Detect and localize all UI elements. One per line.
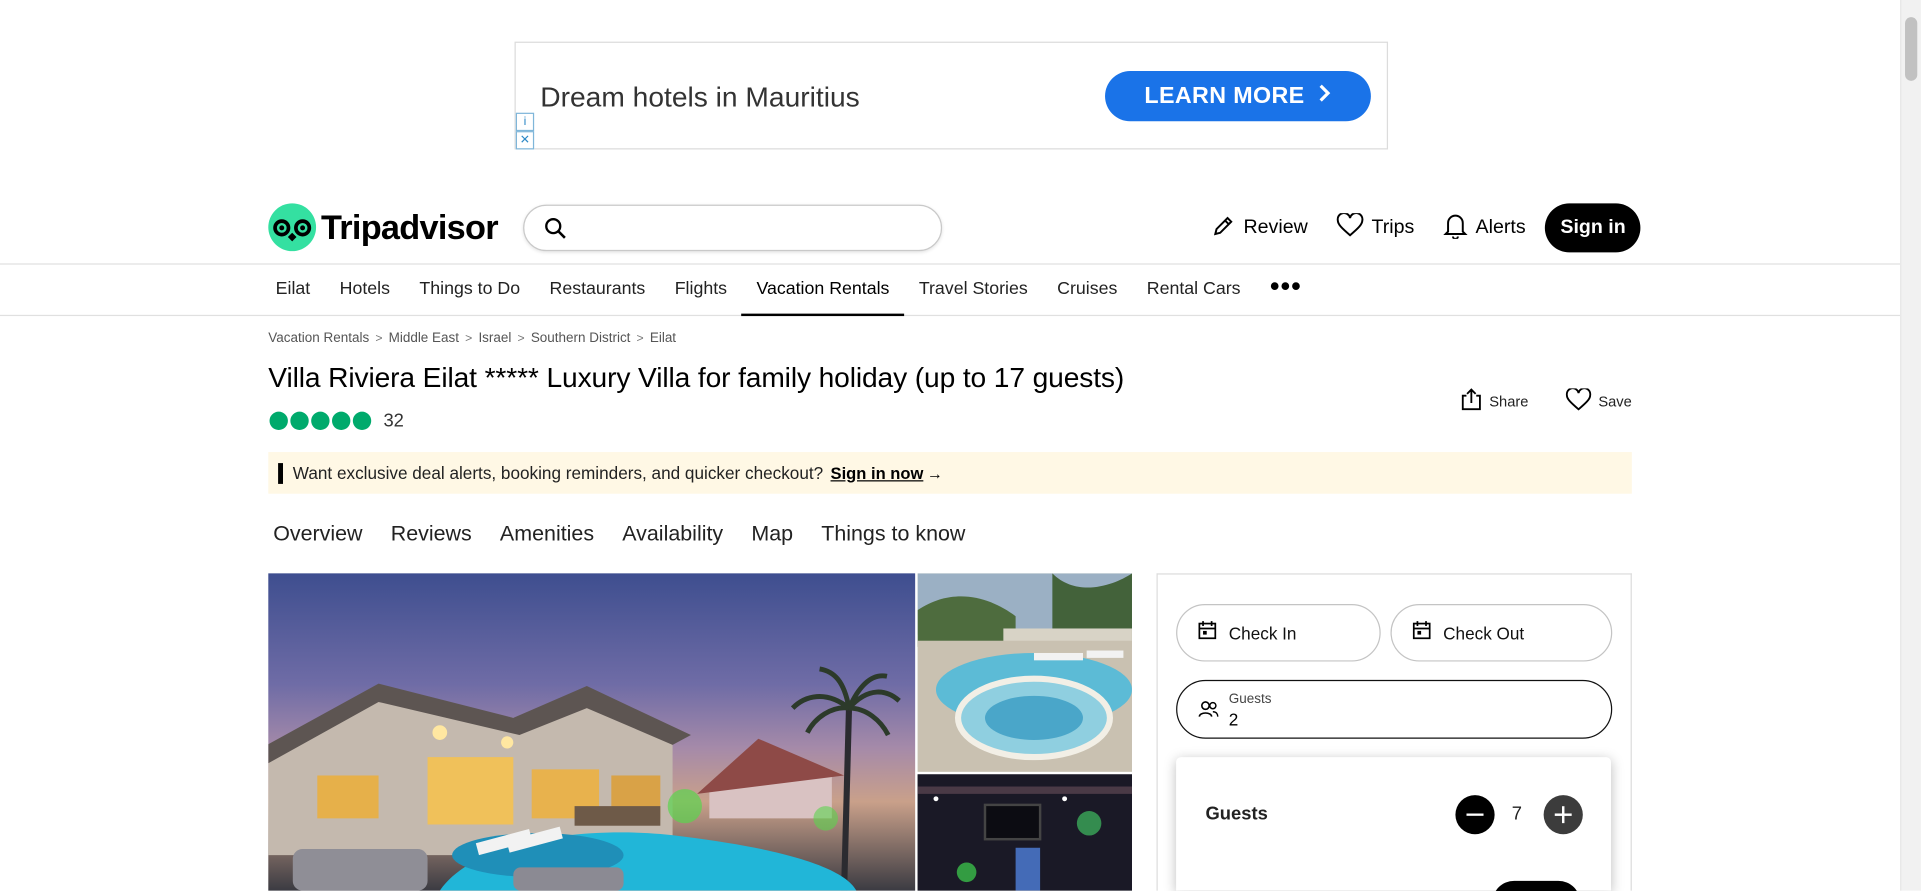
breadcrumb-item[interactable]: Israel [478,331,511,346]
nav-tab-cruises[interactable]: Cruises [1042,265,1132,315]
category-nav: Eilat Hotels Things to Do Restaurants Fl… [0,263,1901,317]
more-menu-icon[interactable]: ••• [1255,265,1316,315]
guests-popover-title: Guests [1205,803,1268,825]
ad-banner[interactable]: Dream hotels in Mauritius LEARN MORE i ✕ [514,41,1389,150]
chevron-right-icon: > [636,331,644,345]
breadcrumb-item[interactable]: Southern District [531,331,631,346]
sign-in-banner: Want exclusive deal alerts, booking remi… [268,452,1632,494]
info-icon[interactable]: i [515,112,535,132]
tab-reviews[interactable]: Reviews [391,521,472,547]
calendar-icon [1412,620,1431,646]
breadcrumb: Vacation Rentals > Middle East > Israel … [268,331,676,346]
nav-tab-things-to-do[interactable]: Things to Do [405,265,535,315]
nav-tab-travel-stories[interactable]: Travel Stories [904,265,1042,315]
scrollbar-thumb[interactable] [1905,17,1918,81]
search-input[interactable] [523,204,943,252]
chevron-right-icon: > [465,331,473,345]
tab-availability[interactable]: Availability [622,521,723,547]
rating-bubbles[interactable]: 32 [269,410,404,431]
breadcrumb-item[interactable]: Eilat [650,331,676,346]
save-button[interactable]: Save [1565,386,1632,415]
alerts-link[interactable]: Alerts [1443,211,1526,244]
apply-button[interactable] [1492,880,1581,891]
heart-icon [1337,211,1364,244]
owl-logo-icon [268,203,317,252]
breadcrumb-item[interactable]: Vacation Rentals [268,331,369,346]
section-tabs: Overview Reviews Amenities Availability … [273,521,993,547]
heart-icon [1565,386,1591,415]
review-count[interactable]: 32 [383,410,403,431]
tab-amenities[interactable]: Amenities [500,521,594,547]
nav-tab-vacation-rentals[interactable]: Vacation Rentals [741,265,904,317]
bell-icon [1443,211,1469,244]
header-nav: Review Trips Alerts Sign in [1212,203,1641,253]
people-icon [1198,701,1219,724]
nav-tab-eilat[interactable]: Eilat [261,265,325,315]
alerts-label: Alerts [1475,216,1526,238]
banner-text: Want exclusive deal alerts, booking remi… [292,463,824,483]
banner-accent [278,462,283,484]
arrow-right-icon: → [927,463,943,483]
rating-bubble-icon [269,411,288,431]
review-label: Review [1243,216,1308,238]
nav-tab-hotels[interactable]: Hotels [325,265,405,315]
nav-tab-rental-cars[interactable]: Rental Cars [1132,265,1255,315]
tab-things-to-know[interactable]: Things to know [821,521,965,547]
trips-link[interactable]: Trips [1337,211,1415,244]
save-label: Save [1598,392,1632,410]
sign-in-button[interactable]: Sign in [1545,203,1641,253]
chevron-right-icon [1317,82,1332,110]
breadcrumb-item[interactable]: Middle East [389,331,459,346]
main-photo[interactable] [268,573,916,891]
ad-cta-label: LEARN MORE [1144,82,1305,109]
pool-photo[interactable] [917,573,1132,772]
interior-photo[interactable] [917,774,1132,891]
check-out-field[interactable]: Check Out [1390,603,1613,662]
rating-bubble-icon [332,411,351,431]
logo-text: Tripadvisor [320,207,499,246]
increase-guests-button[interactable] [1543,795,1583,835]
page-title: Villa Riviera Eilat ***** Luxury Villa f… [268,361,1125,394]
page-scrollbar[interactable] [1900,0,1921,891]
rating-bubble-icon [311,411,330,431]
page: Dream hotels in Mauritius LEARN MORE i ✕… [0,0,1921,891]
pencil-icon [1212,213,1237,244]
chevron-right-icon: > [517,331,525,345]
guests-label: Guests [1228,692,1272,707]
nav-tab-restaurants[interactable]: Restaurants [535,265,660,315]
tripadvisor-logo[interactable]: Tripadvisor [268,203,499,252]
search-icon [544,217,567,246]
rating-bubble-icon [352,411,372,431]
calendar-icon [1198,620,1217,646]
ad-text[interactable]: Dream hotels in Mauritius [540,81,859,114]
review-link[interactable]: Review [1212,213,1308,244]
nav-tab-flights[interactable]: Flights [660,265,742,315]
guests-field[interactable]: Guests 2 [1176,679,1613,739]
guests-popover: Guests 7 [1176,757,1612,891]
trips-label: Trips [1371,216,1415,238]
decrease-guests-button[interactable] [1455,795,1495,835]
listing-actions: Share Save [1423,386,1632,415]
check-in-label: Check In [1228,622,1297,643]
sign-in-now-link[interactable]: Sign in now [831,464,924,482]
share-label: Share [1489,392,1529,410]
rating-bubble-icon [290,411,309,431]
check-out-label: Check Out [1443,622,1525,643]
tab-map[interactable]: Map [751,521,793,547]
chevron-right-icon: > [375,331,383,345]
share-button[interactable]: Share [1460,387,1529,415]
check-in-field[interactable]: Check In [1176,603,1381,662]
guests-count: 7 [1511,803,1522,825]
ad-learn-more-button[interactable]: LEARN MORE [1105,71,1371,122]
close-icon[interactable]: ✕ [515,131,535,150]
share-icon [1460,387,1482,415]
guests-value: 2 [1228,709,1239,729]
tab-overview[interactable]: Overview [273,521,362,547]
